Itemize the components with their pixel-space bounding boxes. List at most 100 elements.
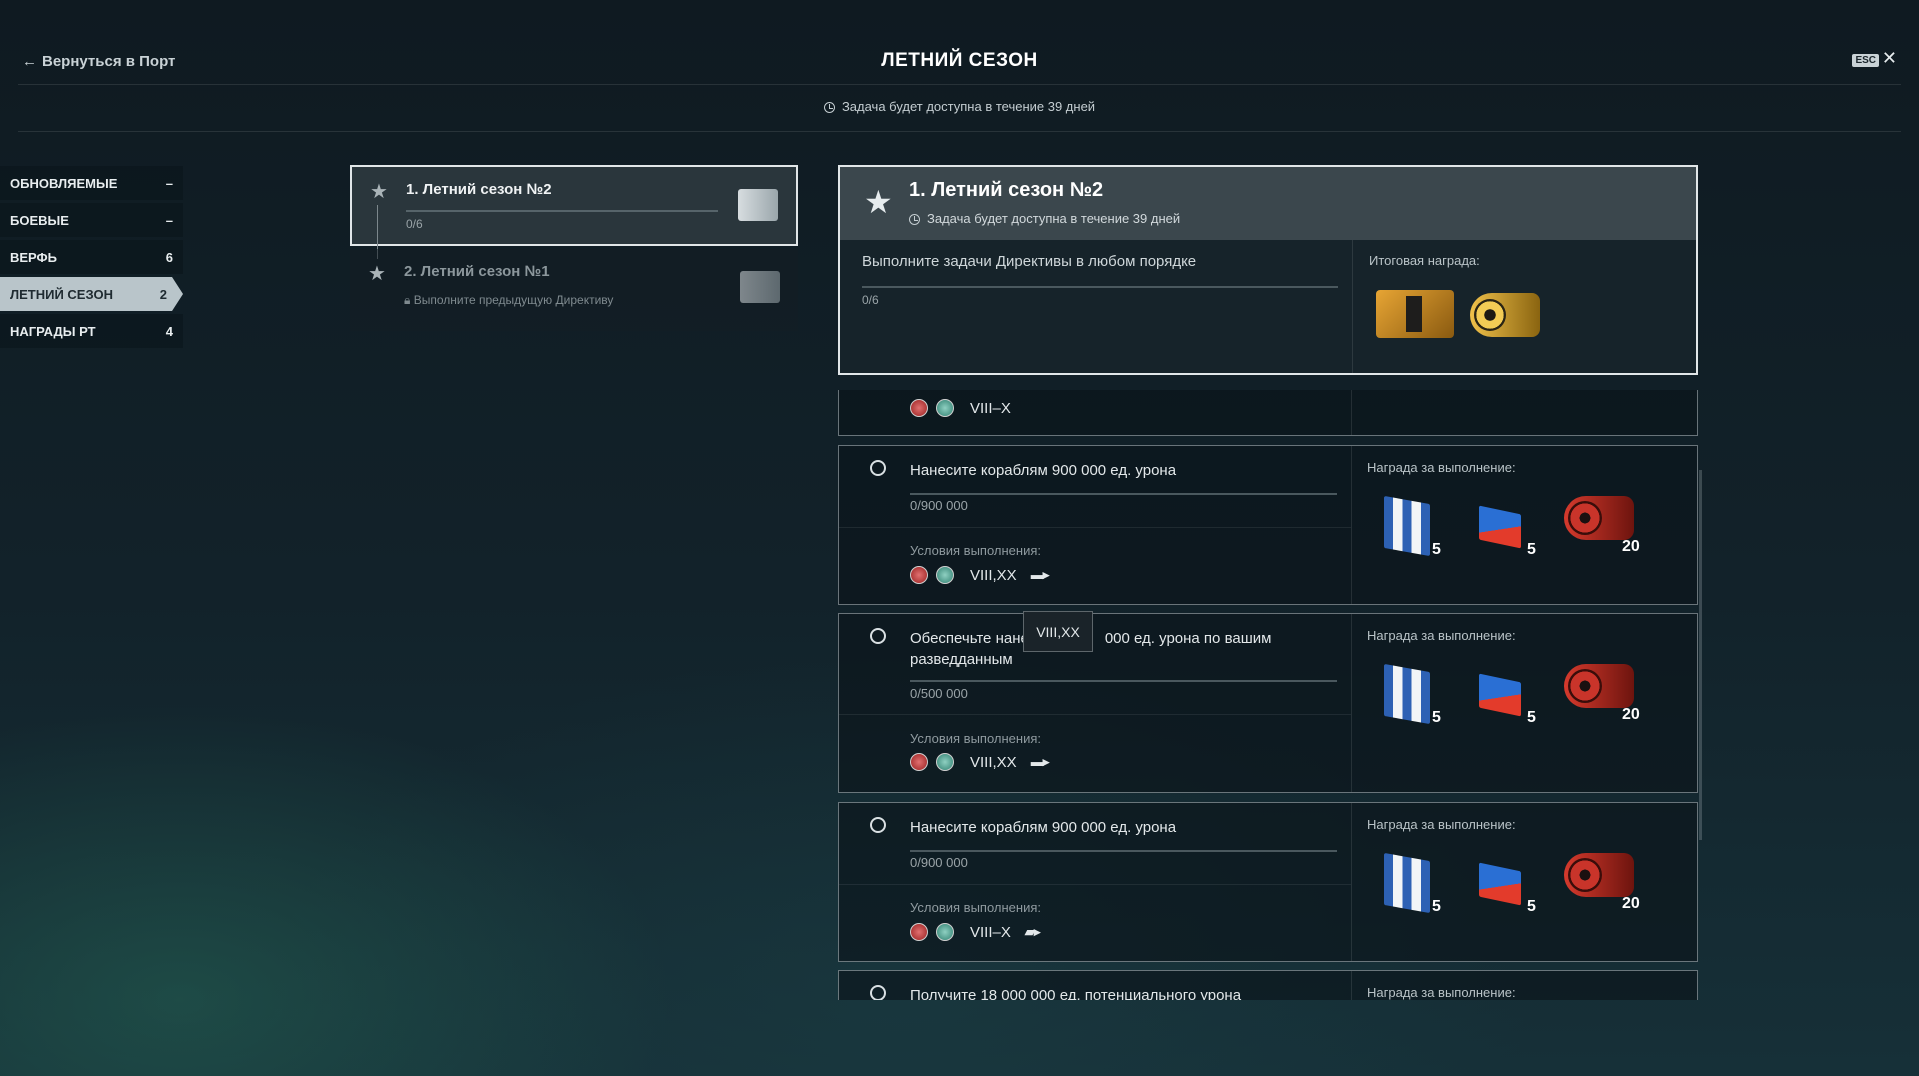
availability-text: Задача будет доступна в течение 39 дней xyxy=(0,99,1919,114)
task-list[interactable]: VIII–X Нанесите кораблям 900 000 ед. уро… xyxy=(838,390,1698,1000)
task-hline xyxy=(839,527,1351,528)
esc-badge: ESC xyxy=(1852,54,1879,67)
cruiser-class-icon: ▰▸ xyxy=(1024,924,1041,939)
destroyer-class-icon: ▬▸ xyxy=(1030,567,1050,582)
task-conditions: VIII,XX ▬▸ xyxy=(910,566,1050,584)
task-reward-label: Награда за выполнение: xyxy=(1367,985,1516,1000)
tier-range[interactable]: VIII,XX xyxy=(970,567,1017,584)
detail-description: Выполните задачи Директивы в любом поряд… xyxy=(862,253,1197,270)
lock-icon: 🔒︎ xyxy=(404,293,414,307)
tier-range: VIII–X xyxy=(970,399,1011,417)
reward-count: 5 xyxy=(1527,541,1536,558)
nav-item-summer-season[interactable]: ЛЕТНИЙ СЕЗОН 2 xyxy=(0,277,183,311)
signal-flag-icon[interactable] xyxy=(1384,495,1430,557)
nav-item-updatable[interactable]: ОБНОВЛЯЕМЫЕ – xyxy=(0,166,183,200)
signal-flag-icon[interactable] xyxy=(1384,852,1430,914)
ussr-nation-icon xyxy=(910,566,928,584)
task-radio[interactable] xyxy=(870,628,886,644)
task-text-head: Обеспечьте нане xyxy=(910,630,1029,647)
final-reward-label: Итоговая награда: xyxy=(1369,253,1480,268)
directive-progress-bar xyxy=(406,210,718,212)
task-row: Получите 18 000 000 ед. потенциального у… xyxy=(838,970,1698,1000)
detail-title: 1. Летний сезон №2 xyxy=(909,179,1104,201)
nav-label: ОБНОВЛЯЕМЫЕ xyxy=(10,175,118,191)
nav-count: – xyxy=(165,175,173,191)
close-icon[interactable]: ✕ xyxy=(1882,48,1897,69)
task-hline xyxy=(839,714,1351,715)
task-progress-bar xyxy=(910,850,1337,852)
container-reward-icon[interactable] xyxy=(1376,290,1454,338)
camouflage-drum-icon[interactable] xyxy=(1564,853,1634,897)
locked-text: Выполните предыдущую Директиву xyxy=(413,293,614,307)
locked-note: 🔒︎ Выполните предыдущую Директиву xyxy=(404,293,613,308)
task-row: Обеспечьте нане 000 ед. урона по вашим раз… xyxy=(838,613,1698,793)
nav-label: БОЕВЫЕ xyxy=(10,212,69,228)
category-nav: ОБНОВЛЯЕМЫЕ – БОЕВЫЕ – ВЕРФЬ 6 ЛЕТНИЙ СЕЗОН… xyxy=(0,166,183,351)
detail-availability: Задача будет доступна в течение 39 дней xyxy=(909,211,1180,226)
subheader-divider xyxy=(18,131,1901,132)
task-text-line2: разведданным xyxy=(910,651,1013,668)
task-divider xyxy=(1351,614,1352,792)
detail-header: ★ 1. Летний сезон №2 Задача будет доступ… xyxy=(840,167,1696,240)
task-text: Получите 18 000 000 ед. потенциального у… xyxy=(910,987,1242,1000)
task-row: VIII–X xyxy=(838,390,1698,436)
task-text: Нанесите кораблям 900 000 ед. урона xyxy=(910,462,1177,479)
conditions-label: Условия выполнения: xyxy=(910,900,1041,915)
directive-progress: 0/6 xyxy=(406,217,423,231)
task-reward-label: Награда за выполнение: xyxy=(1367,460,1516,475)
camouflage-reward-icon[interactable] xyxy=(1470,293,1540,337)
star-icon: ★ xyxy=(368,263,386,285)
task-reward-label: Награда за выполнение: xyxy=(1367,628,1516,643)
tier-range[interactable]: VIII,XX xyxy=(970,754,1017,771)
task-text: Нанесите кораблям 900 000 ед. урона xyxy=(910,819,1177,836)
detail-progress: 0/6 xyxy=(862,293,879,307)
conditions-label: Условия выполнения: xyxy=(910,731,1041,746)
chest-icon xyxy=(738,189,778,221)
task-list-scrollbar[interactable] xyxy=(1699,470,1702,840)
task-radio[interactable] xyxy=(870,985,886,1000)
nav-item-shipyard[interactable]: ВЕРФЬ 6 xyxy=(0,240,183,274)
nav-item-pt-rewards[interactable]: НАГРАДЫ РТ 4 xyxy=(0,314,183,348)
nav-item-combat[interactable]: БОЕВЫЕ – xyxy=(0,203,183,237)
europe-nation-icon xyxy=(936,923,954,941)
tier-range[interactable]: VIII–X xyxy=(970,924,1011,941)
europe-nation-icon xyxy=(936,753,954,771)
task-radio[interactable] xyxy=(870,817,886,833)
directive-card-2[interactable]: ★ 2. Летний сезон №1 🔒︎ Выполните предыд… xyxy=(350,249,798,331)
task-progress-bar xyxy=(910,493,1337,495)
ussr-nation-icon xyxy=(910,399,928,417)
task-row: Нанесите кораблям 900 000 ед. урона 0/90… xyxy=(838,802,1698,962)
reward-count: 20 xyxy=(1622,538,1640,555)
star-icon: ★ xyxy=(864,184,893,220)
camouflage-drum-icon[interactable] xyxy=(1564,664,1634,708)
ussr-nation-icon xyxy=(910,923,928,941)
star-icon: ★ xyxy=(370,181,388,203)
reward-count: 20 xyxy=(1622,895,1640,912)
reward-count: 5 xyxy=(1432,541,1441,558)
task-progress-bar xyxy=(910,680,1337,682)
signal-flag-icon[interactable] xyxy=(1479,862,1521,906)
task-radio[interactable] xyxy=(870,460,886,476)
page-title: ЛЕТНИЙ СЕЗОН xyxy=(881,50,1038,71)
task-progress: 0/900 000 xyxy=(910,498,968,513)
task-divider xyxy=(1351,803,1352,961)
reward-count: 5 xyxy=(1527,898,1536,915)
camouflage-drum-icon[interactable] xyxy=(1564,496,1634,540)
directive-name: 1. Летний сезон №2 xyxy=(406,181,552,198)
directive-card-1[interactable]: ★ 1. Летний сезон №2 0/6 xyxy=(350,165,798,246)
reward-count: 20 xyxy=(1622,706,1640,723)
nav-label: НАГРАДЫ РТ xyxy=(10,323,96,339)
task-text-tail: 000 ед. урона по вашим xyxy=(1104,630,1272,647)
clock-icon xyxy=(909,214,920,225)
signal-flag-icon[interactable] xyxy=(1479,505,1521,549)
tier-tooltip: VIII,XX xyxy=(1023,611,1093,652)
task-conditions: VIII–X ▰▸ xyxy=(910,923,1041,941)
directive-name: 2. Летний сезон №1 xyxy=(404,263,550,280)
nav-count: 4 xyxy=(165,323,173,339)
signal-flag-icon[interactable] xyxy=(1479,673,1521,717)
task-reward-label: Награда за выполнение: xyxy=(1367,817,1516,832)
signal-flag-icon[interactable] xyxy=(1384,663,1430,725)
task-hline xyxy=(839,884,1351,885)
detail-availability-text: Задача будет доступна в течение 39 дней xyxy=(927,211,1181,226)
detail-progress-bar xyxy=(862,286,1338,288)
